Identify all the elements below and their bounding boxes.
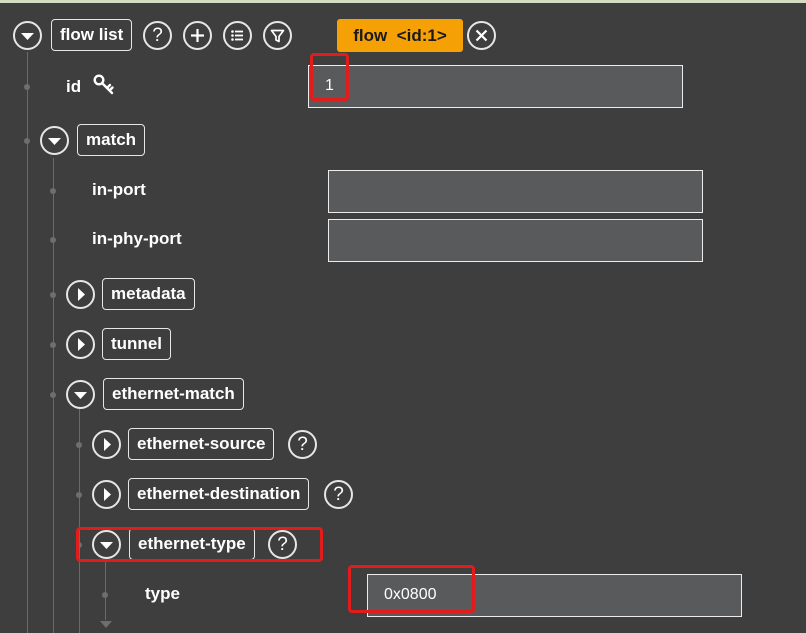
ethernet-match-node[interactable]: ethernet-match <box>103 378 244 410</box>
in-phy-port-field[interactable] <box>328 219 703 262</box>
id-label: id <box>66 77 82 96</box>
close-icon[interactable] <box>467 21 496 50</box>
help-icon[interactable]: ? <box>143 21 172 50</box>
chevron-down-icon[interactable] <box>66 380 95 409</box>
tree-dot <box>76 542 82 548</box>
plus-icon[interactable] <box>183 21 212 50</box>
list-icon[interactable] <box>223 21 252 50</box>
id-field[interactable]: 1 <box>308 65 683 108</box>
type-label: type <box>145 584 180 603</box>
chevron-right-icon[interactable] <box>66 280 95 309</box>
tree-dot <box>50 292 56 298</box>
ethernet-source-node[interactable]: ethernet-source <box>128 428 275 460</box>
tree-arrow <box>100 621 112 628</box>
help-icon[interactable]: ? <box>288 430 317 459</box>
selected-flow-tag[interactable]: flow <id:1> <box>337 19 463 52</box>
in-port-field[interactable] <box>328 170 703 213</box>
chevron-down-icon[interactable] <box>40 126 69 155</box>
help-icon[interactable]: ? <box>324 480 353 509</box>
tree-dot <box>50 342 56 348</box>
ethernet-destination-node[interactable]: ethernet-destination <box>128 478 310 510</box>
tree-dot <box>24 84 30 90</box>
chevron-right-icon[interactable] <box>92 480 121 509</box>
chevron-right-icon[interactable] <box>66 330 95 359</box>
tree-dot <box>50 392 56 398</box>
collapse-flow-list-chevron-down-icon[interactable] <box>13 21 42 50</box>
chevron-down-icon[interactable] <box>92 530 121 559</box>
in-port-label: in-port <box>92 180 146 199</box>
tree-dot <box>50 188 56 194</box>
in-phy-port-label: in-phy-port <box>92 229 182 248</box>
top-border <box>0 0 806 3</box>
tree-line <box>105 560 106 620</box>
match-node[interactable]: match <box>77 124 146 156</box>
type-field[interactable]: 0x0800 <box>367 574 742 617</box>
filter-icon[interactable] <box>263 21 292 50</box>
tree-dot <box>76 492 82 498</box>
ethernet-type-node[interactable]: ethernet-type <box>129 528 255 560</box>
tree-dot <box>76 442 82 448</box>
help-icon[interactable]: ? <box>268 530 297 559</box>
tunnel-node[interactable]: tunnel <box>102 328 171 360</box>
tree-dot <box>50 237 56 243</box>
tree-dot <box>24 138 30 144</box>
flow-list-button[interactable]: flow list <box>51 19 133 51</box>
chevron-right-icon[interactable] <box>92 430 121 459</box>
key-icon <box>93 74 114 95</box>
metadata-node[interactable]: metadata <box>102 278 195 310</box>
tree-dot <box>102 592 108 598</box>
